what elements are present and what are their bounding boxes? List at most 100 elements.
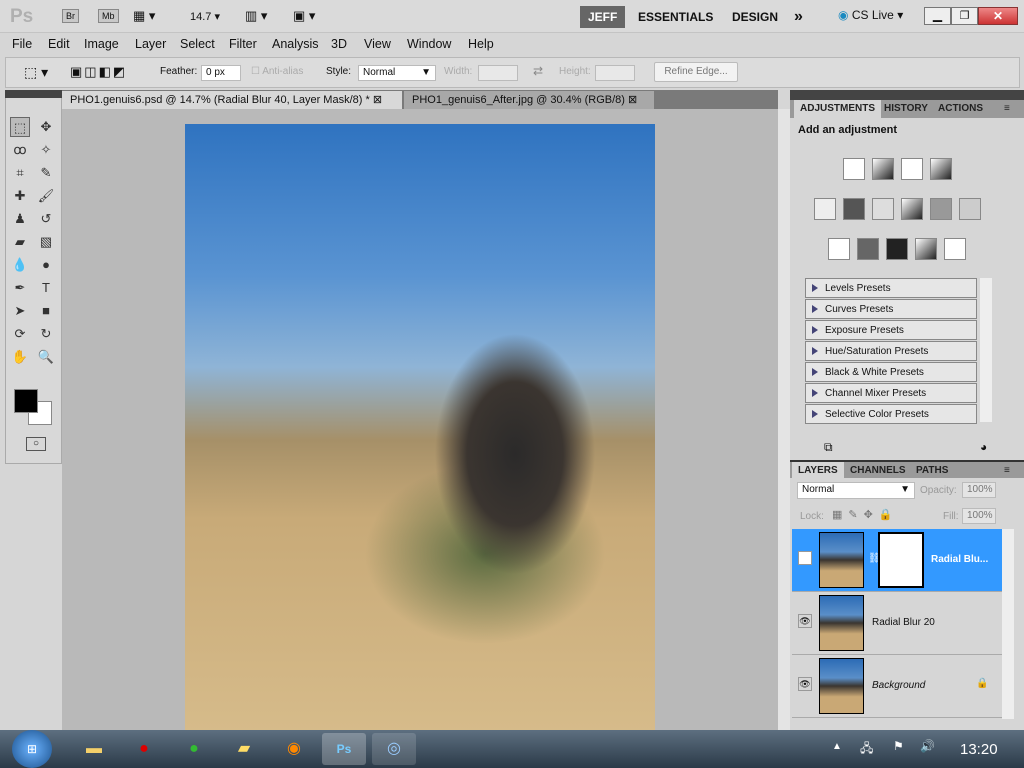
restore-button[interactable]: ❐ <box>951 7 978 25</box>
mini-bridge-button[interactable]: Mb <box>98 9 119 23</box>
volume-icon[interactable]: 🔊 <box>920 739 935 753</box>
view-previous-state-icon[interactable]: ◕ <box>980 440 987 454</box>
close-tab-icon[interactable]: ⊠ <box>628 94 637 106</box>
photo-filter-icon[interactable] <box>930 198 952 220</box>
eyedropper-tool-icon[interactable]: ✎ <box>36 163 56 183</box>
layers-scrollbar[interactable] <box>1002 529 1014 719</box>
gradient-map-icon[interactable] <box>915 238 937 260</box>
bridge-button[interactable]: Br <box>62 9 79 23</box>
show-hidden-icons[interactable]: ▲ <box>832 741 842 752</box>
start-button[interactable]: ⊞ <box>12 730 52 768</box>
exposure-icon[interactable] <box>930 158 952 180</box>
3d-rotate-tool-icon[interactable]: ⟳ <box>10 324 30 344</box>
invert-icon[interactable] <box>828 238 850 260</box>
menu-image[interactable]: Image <box>84 37 119 51</box>
folder-taskbar-icon[interactable]: ▰ <box>222 733 266 765</box>
layer-mask-thumbnail[interactable] <box>878 532 924 588</box>
menu-view[interactable]: View <box>364 37 391 51</box>
menu-analysis[interactable]: Analysis <box>272 37 319 51</box>
network-icon[interactable]: 🖧 <box>860 739 873 760</box>
eraser-tool-icon[interactable]: ▰ <box>10 232 30 252</box>
tab-paths[interactable]: PATHS <box>910 462 954 480</box>
3d-orbit-tool-icon[interactable]: ↻ <box>36 324 56 344</box>
marquee-tool-preset-icon[interactable]: ⬚ ▾ <box>24 64 48 81</box>
black-white-icon[interactable] <box>901 198 923 220</box>
workspace-jeff[interactable]: JEFF <box>580 6 626 28</box>
zoom-tool-icon[interactable]: 🔍 <box>36 347 56 367</box>
vertical-scrollbar[interactable] <box>778 109 790 730</box>
app-red-taskbar-icon[interactable]: ● <box>122 733 166 765</box>
threshold-icon[interactable] <box>886 238 908 260</box>
swap-icon[interactable]: ⇄ <box>533 64 543 78</box>
selective-color-icon[interactable] <box>944 238 966 260</box>
preset-black-white[interactable]: Black & White Presets <box>805 362 977 382</box>
pen-tool-icon[interactable]: ✒ <box>10 278 30 298</box>
clip-to-layer-icon[interactable]: ⧉ <box>824 440 833 455</box>
opacity-input[interactable]: 100% <box>962 482 996 498</box>
dodge-tool-icon[interactable]: ● <box>36 255 56 275</box>
preset-hue-saturation[interactable]: Hue/Saturation Presets <box>805 341 977 361</box>
cs-live-button[interactable]: ◉ CS Live ▾ <box>838 8 903 22</box>
clone-stamp-tool-icon[interactable]: ♟ <box>10 209 30 229</box>
healing-brush-tool-icon[interactable]: ✚ <box>10 186 30 206</box>
anti-alias-checkbox[interactable]: ☐ Anti-alias <box>251 66 303 77</box>
menu-window[interactable]: Window <box>407 37 451 51</box>
tab-actions[interactable]: ACTIONS <box>932 100 989 118</box>
panel-menu-icon[interactable]: ≡ <box>998 100 1016 118</box>
blur-tool-icon[interactable]: 💧 <box>10 255 30 275</box>
vibrance-icon[interactable] <box>814 198 836 220</box>
brush-tool-icon[interactable]: 🖌 <box>36 186 56 206</box>
channel-mixer-icon[interactable] <box>959 198 981 220</box>
document-canvas-image[interactable] <box>185 124 655 732</box>
lock-icons[interactable]: ▦✎✥🔒 <box>832 508 899 521</box>
explorer-taskbar-icon[interactable]: ▬ <box>72 733 116 765</box>
posterize-icon[interactable] <box>857 238 879 260</box>
menu-layer[interactable]: Layer <box>135 37 166 51</box>
app-taskbar-icon[interactable]: ◎ <box>372 733 416 765</box>
document-tab[interactable]: PHO1_genuis6_After.jpg @ 30.4% (RGB/8) ⊠ <box>404 91 654 109</box>
brightness-contrast-icon[interactable] <box>843 158 865 180</box>
history-brush-tool-icon[interactable]: ↺ <box>36 209 56 229</box>
menu-filter[interactable]: Filter <box>229 37 257 51</box>
minimize-button[interactable]: ▁ <box>924 7 951 25</box>
photoshop-taskbar-icon[interactable]: Ps <box>322 733 366 765</box>
preset-levels[interactable]: Levels Presets <box>805 278 977 298</box>
shape-tool-icon[interactable]: ■ <box>36 301 56 321</box>
action-center-icon[interactable]: ⚑ <box>893 739 904 753</box>
color-balance-icon[interactable] <box>872 198 894 220</box>
visibility-toggle[interactable] <box>798 551 812 565</box>
curves-icon[interactable] <box>901 158 923 180</box>
style-select[interactable]: Normal ▼ <box>358 65 436 81</box>
view-extras-button[interactable]: ▦ ▾ <box>133 8 155 24</box>
tab-history[interactable]: HISTORY <box>878 100 934 118</box>
menu-select[interactable]: Select <box>180 37 215 51</box>
layer-row[interactable]: 👁 Radial Blur 20 <box>792 592 1002 655</box>
layer-row[interactable]: 👁 Background 🔒 <box>792 655 1002 718</box>
foreground-color-swatch[interactable] <box>14 389 38 413</box>
height-input[interactable] <box>595 65 635 81</box>
type-tool-icon[interactable]: T <box>36 278 56 298</box>
layer-row-selected[interactable]: ⛓ Radial Blu... <box>792 529 1002 592</box>
eye-icon[interactable]: 👁 <box>798 614 812 628</box>
clock[interactable]: 13:20 <box>960 741 998 758</box>
workspace-essentials[interactable]: ESSENTIALS <box>630 6 721 28</box>
tab-channels[interactable]: CHANNELS <box>844 462 912 480</box>
quick-mask-icon[interactable]: ○ <box>26 437 46 451</box>
magic-wand-tool-icon[interactable]: ✧ <box>36 140 56 160</box>
close-tab-icon[interactable]: ⊠ <box>373 94 382 106</box>
eye-icon[interactable]: 👁 <box>798 677 812 691</box>
firefox-taskbar-icon[interactable]: ◉ <box>272 733 316 765</box>
hue-saturation-icon[interactable] <box>843 198 865 220</box>
workspace-design[interactable]: DESIGN <box>724 6 786 28</box>
refine-edge-button[interactable]: Refine Edge... <box>654 62 738 82</box>
menu-edit[interactable]: Edit <box>48 37 70 51</box>
move-tool-icon[interactable]: ✥ <box>36 117 56 137</box>
close-button[interactable]: ✕ <box>978 7 1018 25</box>
lasso-tool-icon[interactable]: ꝏ <box>10 140 30 160</box>
preset-selective-color[interactable]: Selective Color Presets <box>805 404 977 424</box>
layer-name[interactable]: Background <box>872 680 925 691</box>
gradient-tool-icon[interactable]: ▧ <box>36 232 56 252</box>
tab-adjustments[interactable]: ADJUSTMENTS <box>794 100 882 118</box>
preset-channel-mixer[interactable]: Channel Mixer Presets <box>805 383 977 403</box>
marquee-tool-icon[interactable]: ⬚ <box>10 117 30 137</box>
